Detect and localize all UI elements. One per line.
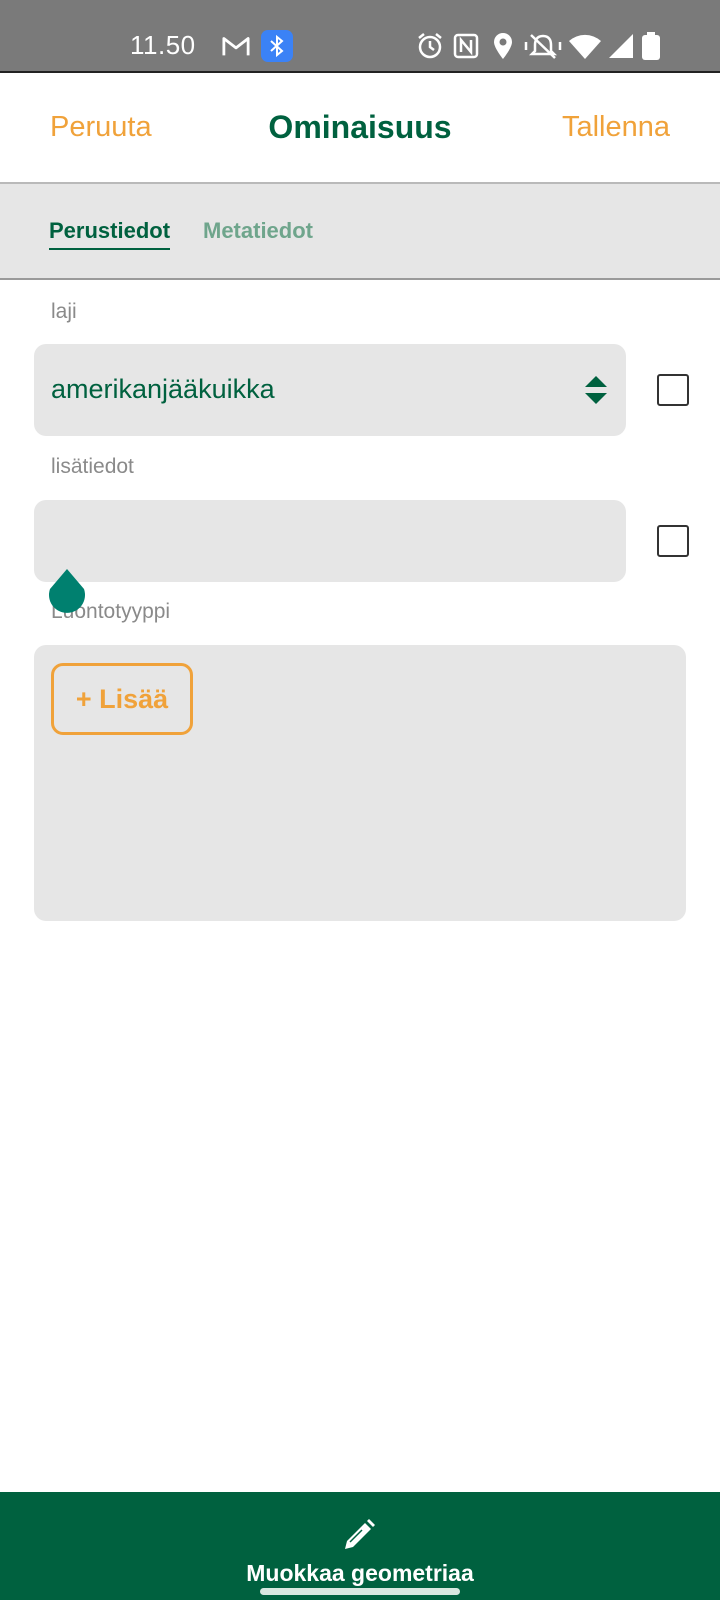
lisatiedot-label: lisätiedot <box>51 455 134 478</box>
save-button[interactable]: Tallenna <box>562 111 670 144</box>
signal-icon <box>606 32 636 60</box>
location-icon <box>489 32 517 60</box>
nfc-icon <box>452 32 480 60</box>
tab-perustiedot[interactable]: Perustiedot <box>49 218 171 250</box>
lisatiedot-checkbox[interactable] <box>657 525 689 557</box>
status-bar: 11.50 <box>0 0 720 73</box>
edit-geometry-label: Muokkaa geometriaa <box>246 1560 474 1586</box>
home-indicator[interactable] <box>260 1588 460 1595</box>
edit-geometry-button[interactable]: Muokkaa geometriaa <box>0 1492 720 1600</box>
gmail-icon <box>222 32 250 60</box>
laji-label: laji <box>51 300 77 323</box>
wifi-icon <box>568 32 602 60</box>
tab-metatiedot[interactable]: Metatiedot <box>203 218 313 244</box>
pencil-icon <box>345 1519 375 1549</box>
luontotyyppi-field: + Lisää <box>34 645 686 921</box>
battery-icon <box>640 32 662 60</box>
vibrate-icon <box>523 32 563 60</box>
laji-value: amerikanjääkuikka <box>51 374 275 404</box>
lisatiedot-input[interactable] <box>34 500 626 582</box>
alarm-icon <box>416 32 444 60</box>
header: Peruuta Ominaisuus Tallenna <box>0 73 720 184</box>
laji-checkbox[interactable] <box>657 374 689 406</box>
updown-chevron-icon <box>585 376 607 404</box>
status-time: 11.50 <box>130 30 196 60</box>
screen: 11.50 Peruuta Ominaisuus Tallenna Perust… <box>0 0 720 1600</box>
bluetooth-icon <box>261 30 293 62</box>
tab-bar: Perustiedot Metatiedot <box>0 184 720 280</box>
laji-select[interactable]: amerikanjääkuikka <box>34 344 626 436</box>
cursor-handle-icon[interactable] <box>46 567 88 617</box>
add-luontotyyppi-button[interactable]: + Lisää <box>51 663 193 735</box>
